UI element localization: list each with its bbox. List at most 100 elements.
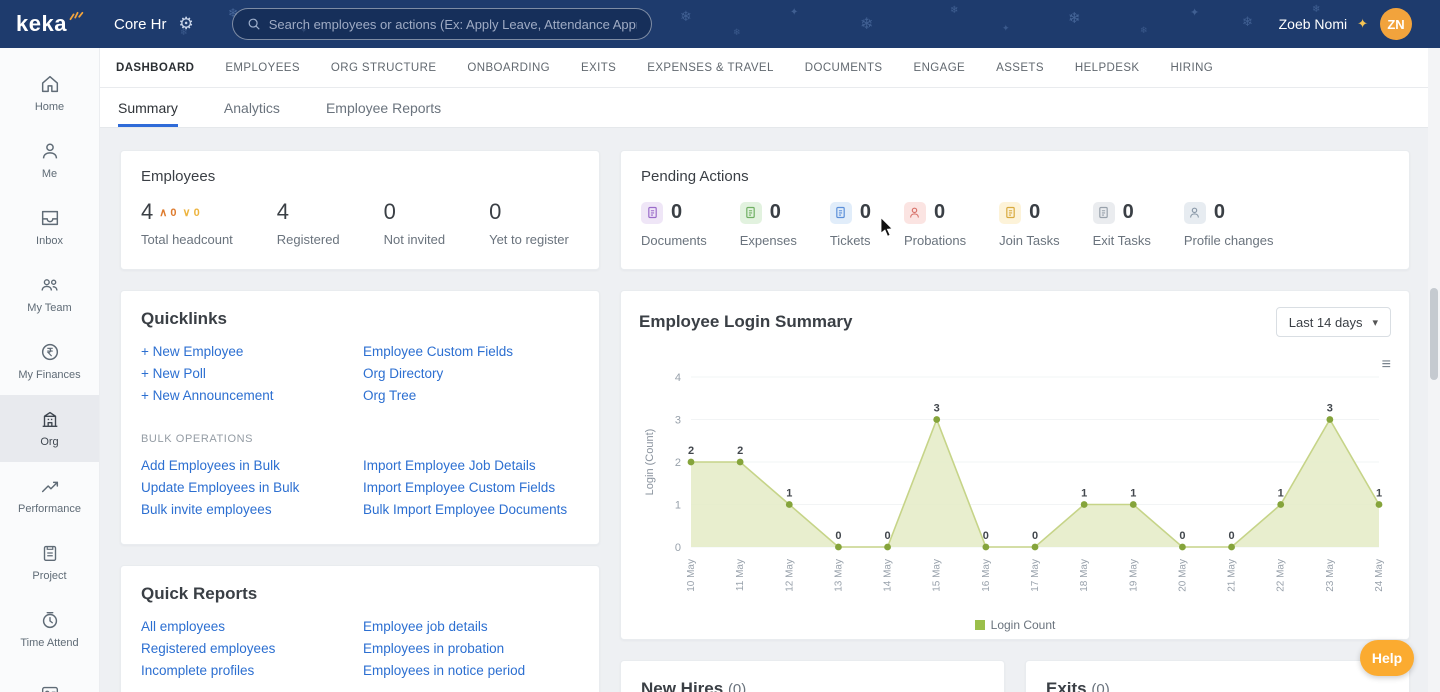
stat-value: 0 xyxy=(383,199,396,224)
subnav-tab-employee-reports[interactable]: Employee Reports xyxy=(326,88,441,127)
link-bulk-import-employee-documents[interactable]: Bulk Import Employee Documents xyxy=(363,502,579,517)
link-org-directory[interactable]: Org Directory xyxy=(363,366,579,381)
pending-count-row: 0 xyxy=(903,201,966,224)
exits-count: (0) xyxy=(1091,681,1110,692)
subnav-tab-analytics[interactable]: Analytics xyxy=(224,88,280,127)
sidebar-item-more[interactable] xyxy=(0,663,99,692)
new-hires-card: New Hires (0) xyxy=(620,660,1005,692)
pending-action-documents[interactable]: 0 Documents xyxy=(641,201,707,248)
festive-decoration: ❄ xyxy=(680,8,692,24)
link-all-employees[interactable]: All employees xyxy=(141,619,363,634)
link-column: All employees Registered employees Incompl… xyxy=(141,619,363,685)
link-bulk-invite-employees[interactable]: Bulk invite employees xyxy=(141,502,363,517)
sidebar-item-performance[interactable]: Performance xyxy=(0,462,99,529)
svg-text:24 May: 24 May xyxy=(1374,559,1385,592)
org-icon xyxy=(39,408,61,430)
sidebar-item-me[interactable]: Me xyxy=(0,127,99,194)
link-column: Employee job details Employees in probati… xyxy=(363,619,579,685)
probations-icon xyxy=(903,201,926,224)
link-employees-in-probation[interactable]: Employees in probation xyxy=(363,641,579,656)
scrollbar-thumb[interactable] xyxy=(1430,288,1438,380)
employees-card: Employees 4 ∧ 0 ∨ 0 Total headcount 4 Registe… xyxy=(120,150,600,270)
festive-decoration: ❄ xyxy=(1068,10,1081,27)
sidebar-item-my-finances[interactable]: My Finances xyxy=(0,328,99,395)
login-chart-svg: 0 1 2 3 4 Login (Count) 2 10 May 2 11 May 1 12 May 0… xyxy=(644,372,1385,592)
pending-action-expenses[interactable]: 0 Expenses xyxy=(739,201,797,248)
link-employee-custom-fields[interactable]: Employee Custom Fields xyxy=(363,344,579,359)
chart-menu-icon[interactable]: ≡ xyxy=(1382,357,1391,373)
help-button[interactable]: Help xyxy=(1360,640,1414,676)
date-range-select[interactable]: Last 14 days ▾ xyxy=(1275,307,1391,337)
link-new-poll[interactable]: + New Poll xyxy=(141,366,363,381)
link-new-employee[interactable]: + New Employee xyxy=(141,344,363,359)
headcount-stat-yet-to-register: 0 Yet to register xyxy=(489,201,569,248)
sidebar-item-inbox[interactable]: Inbox xyxy=(0,194,99,261)
pending-action-join-tasks[interactable]: 0 Join Tasks xyxy=(999,201,1060,248)
product-switcher: Core Hr ⚙ xyxy=(114,14,194,34)
pending-action-probations[interactable]: 0 Probations xyxy=(903,201,966,248)
bottom-row: New Hires (0) Exits (0) xyxy=(620,660,1410,692)
bulk-operations-list: Add Employees in Bulk Update Employees in… xyxy=(141,458,579,524)
pending-action-tickets[interactable]: 0 Tickets xyxy=(829,201,871,248)
link-column: Add Employees in Bulk Update Employees in… xyxy=(141,458,363,524)
link-import-employee-job-details[interactable]: Import Employee Job Details xyxy=(363,458,579,473)
stat-value: 4 xyxy=(141,199,154,224)
sidebar-item-label: Me xyxy=(41,168,58,181)
nav-tab-assets[interactable]: ASSETS xyxy=(996,62,1044,74)
new-hires-count: (0) xyxy=(727,681,747,692)
topbar: ❄❄✦❄❄✦❄❄✦❄❄✦❄❄ keka Core Hr ⚙ Zoeb Nomi … xyxy=(0,0,1440,48)
svg-text:Login (Count): Login (Count) xyxy=(644,429,656,496)
sidebar-item-label: Inbox xyxy=(36,235,63,248)
sidebar-item-org[interactable]: Org xyxy=(0,395,99,462)
nav-tab-dashboard[interactable]: DASHBOARD xyxy=(116,62,194,74)
expenses-icon xyxy=(739,201,762,224)
sidebar-item-project[interactable]: Project xyxy=(0,529,99,596)
svg-text:23 May: 23 May xyxy=(1325,559,1336,592)
sidebar-item-label: Project xyxy=(32,570,67,583)
quick-reports-title: Quick Reports xyxy=(141,584,258,603)
link-employee-job-details[interactable]: Employee job details xyxy=(363,619,579,634)
nav-tab-hiring[interactable]: HIRING xyxy=(1170,62,1213,74)
link-org-tree[interactable]: Org Tree xyxy=(363,388,579,403)
link-new-announcement[interactable]: + New Announcement xyxy=(141,388,363,403)
nav-tab-employees[interactable]: EMPLOYEES xyxy=(225,62,300,74)
global-search[interactable] xyxy=(231,8,652,40)
svg-text:0: 0 xyxy=(1032,530,1038,542)
stat-label: Yet to register xyxy=(489,232,569,247)
nav-tab-documents[interactable]: DOCUMENTS xyxy=(805,62,883,74)
user-name[interactable]: Zoeb Nomi xyxy=(1279,16,1347,32)
sidebar-item-my-team[interactable]: My Team xyxy=(0,261,99,328)
subnav-tab-summary[interactable]: Summary xyxy=(118,88,178,127)
svg-text:19 May: 19 May xyxy=(1128,559,1139,592)
pending-count-row: 0 xyxy=(999,201,1059,224)
svg-text:21 May: 21 May xyxy=(1227,559,1238,592)
page-scrollbar xyxy=(1428,48,1440,692)
link-update-employees-in-bulk[interactable]: Update Employees in Bulk xyxy=(141,480,363,495)
link-import-employee-custom-fields[interactable]: Import Employee Custom Fields xyxy=(363,480,579,495)
pending-action-exit-tasks[interactable]: 0 Exit Tasks xyxy=(1092,201,1151,248)
pending-count: 0 xyxy=(671,201,683,223)
svg-text:1: 1 xyxy=(1278,488,1284,500)
avatar-initials: ZN xyxy=(1387,16,1405,32)
link-registered-employees[interactable]: Registered employees xyxy=(141,641,363,656)
avatar[interactable]: ZN xyxy=(1380,8,1412,40)
search-input[interactable] xyxy=(268,16,637,32)
link-employees-in-notice-period[interactable]: Employees in notice period xyxy=(363,663,579,678)
nav-tab-engage[interactable]: ENGAGE xyxy=(914,62,966,74)
link-incomplete-profiles[interactable]: Incomplete profiles xyxy=(141,663,363,678)
nav-tab-expenses-travel[interactable]: EXPENSES & TRAVEL xyxy=(647,62,774,74)
sidebar-item-home[interactable]: Home xyxy=(0,60,99,127)
logo-sparks-icon xyxy=(68,9,84,27)
new-hires-title: New Hires (0) xyxy=(641,679,984,692)
svg-text:3: 3 xyxy=(934,403,940,415)
link-add-employees-in-bulk[interactable]: Add Employees in Bulk xyxy=(141,458,363,473)
sidebar-item-time-attend[interactable]: Time Attend xyxy=(0,596,99,663)
nav-tab-org-structure[interactable]: ORG STRUCTURE xyxy=(331,62,437,74)
nav-tab-exits[interactable]: EXITS xyxy=(581,62,616,74)
keka-logo[interactable]: keka xyxy=(0,11,100,37)
nav-tab-onboarding[interactable]: ONBOARDING xyxy=(467,62,550,74)
exits-card: Exits (0) xyxy=(1025,660,1410,692)
gear-icon[interactable]: ⚙ xyxy=(179,14,194,34)
nav-tab-helpdesk[interactable]: HELPDESK xyxy=(1075,62,1140,74)
pending-action-profile-changes[interactable]: 0 Profile changes xyxy=(1183,201,1274,248)
